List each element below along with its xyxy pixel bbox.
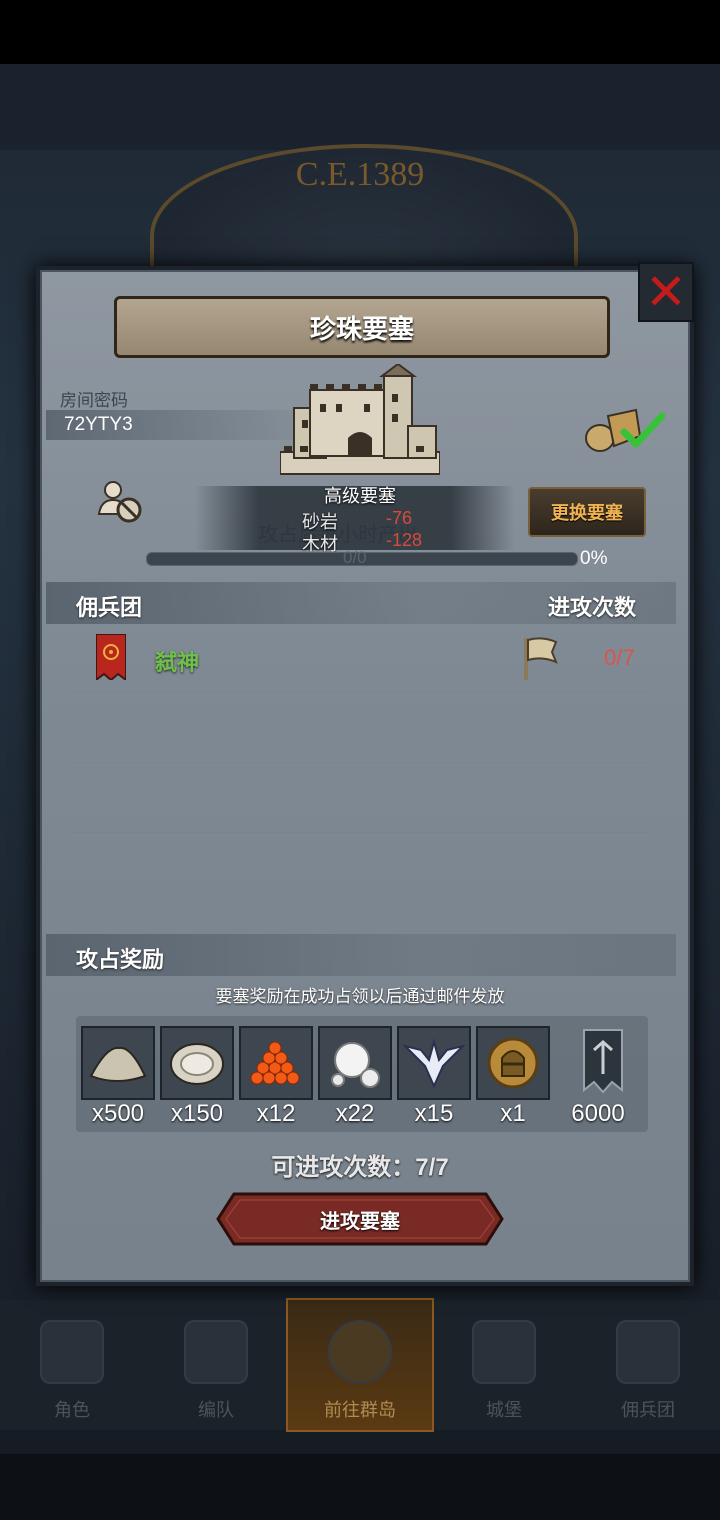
compass-map-icon [328,1320,392,1384]
room-password-label: 房间密码 [60,391,128,410]
era-year: C.E.1389 [295,156,425,193]
guild-banner-icon [583,1029,623,1094]
close-icon[interactable]: ✕ [638,262,694,322]
bottom-nav: 角色 编队 前往群岛 城堡 佣兵团 [0,1298,720,1432]
guild-name: 弑神 [155,650,200,675]
reward-item[interactable] [81,1026,155,1100]
reward-quantity: x15 [414,1100,454,1127]
reward-quantity: x12 [256,1100,296,1127]
nav-formation[interactable]: 编队 [144,1300,288,1430]
castle-icon [472,1320,536,1384]
fortress-level: 高级要塞 [324,486,396,506]
fortress-icon [280,364,440,475]
attack-button-label: 进攻要塞 [320,1210,400,1233]
nav-bar-bottom [0,1454,720,1520]
wing-emblem-icon [403,1038,465,1089]
knight-helmet-coin-icon [487,1037,539,1089]
pearl-icon [331,1042,380,1088]
nav-castle[interactable]: 城堡 [432,1300,576,1430]
oyster-icon [170,1043,224,1085]
private-room-icon[interactable] [95,478,143,524]
guild-attack-count: 0/7 [604,645,635,670]
change-fortress-button[interactable]: 更换要塞 [528,487,646,537]
resource-collected-icon[interactable] [584,402,668,454]
nav-islands[interactable]: 前往群岛 [286,1298,434,1432]
sand-pile-icon [89,1046,147,1082]
nav-character[interactable]: 角色 [0,1300,144,1430]
reward-note: 要塞奖励在成功占领以后通过邮件发放 [215,987,505,1006]
fish-roe-icon [250,1041,300,1085]
reward-item[interactable] [476,1026,550,1100]
capture-progress-percent: 0% [580,548,608,569]
reward-item[interactable] [397,1026,471,1100]
attack-count-header: 进攻次数 [548,595,637,620]
guild-banner-icon [96,634,126,680]
remaining-attempts: 可进攻次数：7/7 [271,1154,449,1181]
reward-quantity: x150 [170,1100,224,1127]
reward-item[interactable] [239,1026,313,1100]
reward-quantity: x1 [500,1100,526,1127]
dialog-title: 珍珠要塞 [114,296,610,358]
attack-fortress-button[interactable]: 进攻要塞 [216,1192,504,1246]
capture-progress-text: 0/0 [343,548,367,567]
reward-header: 攻占奖励 [76,947,165,972]
helmet-icon [184,1320,248,1384]
reward-quantity: x500 [91,1100,145,1127]
reward-item[interactable] [160,1026,234,1100]
reward-item[interactable] [318,1026,392,1100]
resource-sandstone-value: -76 [386,508,413,528]
guild-icon [616,1320,680,1384]
knight-icon [40,1320,104,1384]
status-bar [0,0,720,64]
reward-quantity: 6000 [571,1100,625,1127]
reward-item[interactable] [566,1026,640,1100]
resource-wood-value: -128 [386,530,423,550]
nav-mercenary[interactable]: 佣兵团 [576,1300,720,1430]
reward-quantity: x22 [335,1100,375,1127]
flag-icon [524,637,558,680]
mercenary-header: 佣兵团 [76,595,143,620]
